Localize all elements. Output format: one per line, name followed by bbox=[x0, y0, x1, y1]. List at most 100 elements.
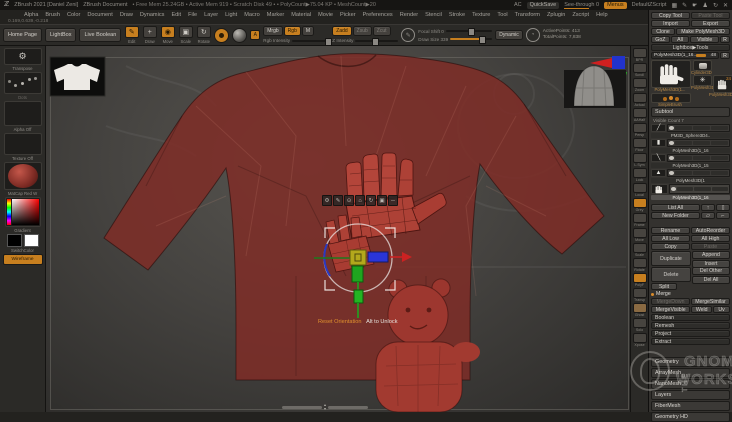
uv-button[interactable]: Uv bbox=[713, 306, 731, 313]
all-low-button[interactable]: All Low bbox=[651, 235, 690, 242]
gizmo-target-icon[interactable]: ⊙ bbox=[344, 195, 354, 206]
section-geometry[interactable]: Geometry bbox=[651, 357, 730, 367]
goz-r-button[interactable]: R bbox=[720, 36, 731, 43]
subtool-up-button[interactable]: ↑ bbox=[701, 204, 715, 211]
menu-picker[interactable]: Picker bbox=[340, 12, 356, 18]
quicksave-button[interactable]: QuickSave bbox=[526, 1, 560, 9]
subtool-item[interactable]: ▲ PolyMesh3D(1 bbox=[651, 169, 730, 183]
local-button[interactable]: Local bbox=[632, 183, 647, 197]
eye-icon[interactable] bbox=[671, 187, 676, 191]
weld-button[interactable]: Weld bbox=[691, 306, 713, 313]
solo-button[interactable]: Solo bbox=[632, 318, 647, 332]
current-alpha-thumbnail[interactable] bbox=[3, 101, 42, 126]
move-mode-button[interactable]: ◉ Move bbox=[160, 26, 175, 44]
menu-layer[interactable]: Layer bbox=[204, 12, 218, 18]
section-arraymesh[interactable]: ArrayMesh bbox=[651, 368, 730, 378]
zadd-button[interactable]: Zadd bbox=[332, 26, 352, 36]
rgb-button[interactable]: Rgb bbox=[283, 26, 301, 36]
section-fibermesh[interactable]: FiberMesh bbox=[651, 401, 730, 411]
menu-material[interactable]: Material bbox=[291, 12, 311, 18]
user-icon[interactable]: ♟ bbox=[703, 2, 708, 9]
eye-icon[interactable] bbox=[669, 156, 674, 160]
bpr-button[interactable]: BPR bbox=[632, 48, 647, 62]
current-stroke-thumbnail[interactable] bbox=[3, 72, 42, 94]
make-polymesh3d-button[interactable]: Make PolyMesh3D bbox=[676, 28, 730, 35]
polyf-button[interactable]: PolyF bbox=[632, 273, 647, 287]
lsym-button[interactable]: L.Sym bbox=[632, 153, 647, 167]
edit-mode-button[interactable]: ✎ Edit bbox=[124, 26, 139, 44]
scroll-button[interactable]: Scroll bbox=[632, 63, 647, 77]
all-high-button[interactable]: All High bbox=[691, 235, 730, 242]
move-nav-button[interactable]: Move bbox=[632, 228, 647, 242]
menu-help[interactable]: Help bbox=[596, 12, 608, 18]
canvas-divider-handle[interactable]: ▴ ▾ bbox=[282, 403, 369, 411]
eye-icon[interactable] bbox=[669, 126, 674, 130]
new-folder-button[interactable]: New Folder bbox=[651, 212, 700, 219]
default-zscript-button[interactable]: DefaultZScript bbox=[632, 2, 667, 8]
saturation-square[interactable] bbox=[11, 199, 39, 225]
append-button[interactable]: Append bbox=[692, 251, 730, 259]
rotate-mode-button[interactable]: ↻ Rotate bbox=[196, 26, 211, 44]
divider-bar-left[interactable] bbox=[282, 405, 322, 409]
menu-preferences[interactable]: Preferences bbox=[363, 12, 393, 18]
gizmo-green-handle-2[interactable] bbox=[353, 289, 364, 304]
copy-tool-button[interactable]: Copy Tool bbox=[651, 12, 690, 19]
hue-strip[interactable] bbox=[6, 199, 11, 225]
subtool-item[interactable]: ▮ PolyMesh3D(1_16 bbox=[651, 139, 730, 153]
mergevisible-button[interactable]: MergeVisible bbox=[651, 306, 691, 313]
gizmo-blue-handle[interactable] bbox=[367, 251, 389, 263]
xpose-button[interactable]: Xpose bbox=[632, 333, 647, 347]
boolean-button[interactable]: Boolean bbox=[651, 314, 730, 321]
goz-button[interactable]: GoZ bbox=[651, 36, 670, 43]
see-through-slider[interactable]: See-through 0 bbox=[564, 2, 599, 9]
zoom-button[interactable]: Zoom bbox=[632, 78, 647, 92]
menu-brush[interactable]: Brush bbox=[45, 12, 60, 18]
document-canvas[interactable]: ⚙ ✎ ⊙ ⌂ ↻ ▣ ─ Reset Orientation Alt to U… bbox=[46, 46, 630, 412]
menu-color[interactable]: Color bbox=[67, 12, 80, 18]
menu-dynamics[interactable]: Dynamics bbox=[140, 12, 165, 18]
tablet-icon[interactable]: ▦ bbox=[671, 2, 677, 9]
section-layers[interactable]: Layers bbox=[651, 390, 730, 400]
menu-marker[interactable]: Marker bbox=[267, 12, 284, 18]
rename-button[interactable]: Rename bbox=[651, 227, 690, 234]
main-color-swatch[interactable] bbox=[6, 234, 22, 247]
list-all-button[interactable]: List All bbox=[651, 204, 700, 211]
tool-name-slider[interactable]: PolyMesh3D(1_16.. 48 bbox=[651, 52, 719, 59]
goz-all-button[interactable]: All bbox=[670, 36, 690, 43]
menu-zscript[interactable]: Zscript bbox=[572, 12, 589, 18]
grey-button[interactable]: Grey bbox=[632, 198, 647, 212]
section-geometry-hd[interactable]: Geometry HD bbox=[651, 412, 730, 422]
menu-edit[interactable]: Edit bbox=[171, 12, 181, 18]
lock-button[interactable]: Lock bbox=[632, 168, 647, 182]
secondary-color-swatch[interactable] bbox=[23, 234, 39, 247]
lightbox-tools-button[interactable]: Lightbox▶Tools bbox=[651, 44, 730, 51]
menu-tool[interactable]: Tool bbox=[497, 12, 507, 18]
dynamic-button[interactable]: Dynamic bbox=[495, 30, 523, 40]
gizmo-lock-icon[interactable]: ▣ bbox=[377, 195, 387, 206]
gizmo-pen-icon[interactable]: ✎ bbox=[333, 195, 343, 206]
divider-bar-right[interactable] bbox=[328, 405, 369, 409]
zsub-button[interactable]: Zsub bbox=[352, 26, 372, 36]
gizmo-home-icon[interactable]: ⌂ bbox=[355, 195, 365, 206]
split-button[interactable]: Split bbox=[651, 283, 677, 290]
autoreorder-button[interactable]: AutoReorder bbox=[691, 227, 730, 234]
menu-render[interactable]: Render bbox=[400, 12, 418, 18]
subtool-trash-button[interactable]: ▯ bbox=[716, 204, 730, 211]
lightbox-button[interactable]: LightBox bbox=[45, 28, 77, 42]
sweater-thumbnail[interactable] bbox=[49, 56, 106, 97]
gizmo-gear-icon[interactable]: ⚙ bbox=[322, 195, 332, 206]
current-brush-icon[interactable] bbox=[214, 27, 230, 43]
subtool-item-selected[interactable]: PolyMesh3D(1_16 bbox=[651, 184, 730, 200]
menu-draw[interactable]: Draw bbox=[120, 12, 133, 18]
export-button[interactable]: Export bbox=[691, 20, 730, 27]
copy-subtool-button[interactable]: Copy bbox=[651, 243, 690, 250]
eye-icon[interactable] bbox=[669, 171, 674, 175]
aahalf-button[interactable]: AAHalf bbox=[632, 108, 647, 122]
menu-transform[interactable]: Transform bbox=[515, 12, 540, 18]
subtool-header[interactable]: Subtool bbox=[651, 107, 730, 117]
mrgb-button[interactable]: Mrgb bbox=[263, 26, 283, 36]
mergedown-button[interactable]: MergeDown bbox=[651, 298, 690, 305]
polymesh3d-hand-thumbnail[interactable]: 24 bbox=[713, 75, 732, 93]
switch-color-button[interactable]: SwitchColor bbox=[11, 248, 34, 253]
paste-tool-button[interactable]: Paste Tool bbox=[691, 12, 730, 19]
